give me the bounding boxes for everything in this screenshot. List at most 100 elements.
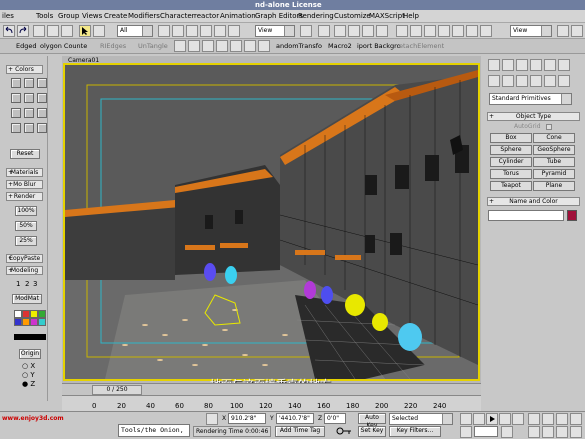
time-slider-handle[interactable]: 0 / 250 <box>92 385 142 395</box>
layer-manager-icon[interactable] <box>424 25 436 37</box>
pivot-center-icon[interactable] <box>300 25 312 37</box>
tab-polygon-counter[interactable]: olygon Counte <box>40 41 87 52</box>
object-color-swatch[interactable] <box>567 210 577 221</box>
auto-key-button[interactable]: Auto Key <box>358 413 386 429</box>
material-editor-icon[interactable] <box>466 25 478 37</box>
primitive-type-dropdown[interactable]: Standard Primitives <box>489 93 572 105</box>
menu-item-rendering[interactable]: Rendering <box>298 11 334 22</box>
color-swatch[interactable] <box>11 78 21 88</box>
color-swatch[interactable] <box>24 108 34 118</box>
squash-icon[interactable] <box>228 25 240 37</box>
box-button[interactable]: Box <box>490 133 532 143</box>
current-frame-field[interactable] <box>474 426 498 437</box>
render-last-icon[interactable] <box>571 25 583 37</box>
maximize-viewport-icon[interactable] <box>570 426 582 438</box>
y-coordinate-field[interactable]: '4410.7'8" <box>276 413 314 424</box>
reference-coordinate-dropdown[interactable]: View <box>255 25 295 37</box>
color-swatch[interactable] <box>24 93 34 103</box>
maxscript-listener[interactable]: Tools/the Onion, <box>118 424 190 437</box>
angle-snap-icon[interactable] <box>348 25 360 37</box>
camera-viewport[interactable] <box>63 63 480 381</box>
color-swatch[interactable] <box>24 78 34 88</box>
origin-button[interactable]: Origin <box>19 349 41 359</box>
autogrid-check[interactable] <box>546 124 552 130</box>
render-type-dropdown[interactable]: View <box>510 25 552 37</box>
helpers-icon[interactable] <box>544 75 556 87</box>
window-crossing-icon[interactable] <box>172 25 184 37</box>
menu-item-file[interactable]: iles <box>2 11 14 22</box>
display-tab-icon[interactable] <box>544 59 556 71</box>
tool-icon-3[interactable] <box>202 40 214 52</box>
key-mode-icon[interactable] <box>460 426 472 438</box>
tab-riedges[interactable]: RIEdges <box>100 41 126 52</box>
menu-item-edit[interactable]: Tools <box>36 11 53 22</box>
scale-icon[interactable] <box>214 25 226 37</box>
cylinder-button[interactable]: Cylinder <box>490 157 532 167</box>
track-bar[interactable]: 0 20 40 60 80 100 120 140 160 180 200 22… <box>62 395 481 411</box>
snap-3d-icon[interactable] <box>334 25 346 37</box>
systems-icon[interactable] <box>558 75 570 87</box>
modeling-rollout[interactable]: Modeling <box>6 266 43 275</box>
sphere-button[interactable]: Sphere <box>490 145 532 155</box>
color-swatch[interactable] <box>37 108 47 118</box>
redo-icon[interactable] <box>17 25 29 37</box>
zoom-extents-icon[interactable] <box>556 413 568 425</box>
tool-icon-7[interactable] <box>258 40 270 52</box>
tool-icon-1[interactable] <box>174 40 186 52</box>
set-key-button[interactable]: Set Key <box>358 426 386 437</box>
tab-viewport-background[interactable]: iport Backgro <box>357 41 401 52</box>
undo-icon[interactable] <box>3 25 15 37</box>
z-coordinate-field[interactable]: 0'0" <box>324 413 346 424</box>
menu-item-reactor[interactable]: reactor <box>194 11 219 22</box>
menu-item-create[interactable]: Create <box>104 11 127 22</box>
color-swatch[interactable] <box>37 93 47 103</box>
mirror-icon[interactable] <box>396 25 408 37</box>
zoom-icon[interactable] <box>528 413 540 425</box>
copypaste-rollout[interactable]: CopyPaste <box>6 254 43 263</box>
render-scene-icon[interactable] <box>480 25 492 37</box>
num-1[interactable]: 1 <box>16 280 20 288</box>
palette-swatch-cyan[interactable] <box>38 318 46 326</box>
tab-edged[interactable]: Edged <box>16 41 36 52</box>
menu-item-help[interactable]: Help <box>403 11 419 22</box>
percent-snap-icon[interactable] <box>362 25 374 37</box>
palette-swatch-orange[interactable] <box>22 318 30 326</box>
select-icon[interactable] <box>79 25 91 37</box>
menu-item-maxscript[interactable]: MAXScript <box>369 11 405 22</box>
menu-item-animation[interactable]: Animation <box>220 11 256 22</box>
pan-icon[interactable] <box>542 426 554 438</box>
tab-random-transform[interactable]: andomTransfo <box>276 41 322 52</box>
select-by-name-icon[interactable] <box>93 25 105 37</box>
modmat-button[interactable]: ModMat <box>12 294 42 304</box>
x-coordinate-field[interactable]: 910.2'8" <box>228 413 266 424</box>
palette-swatch-green[interactable] <box>38 310 46 318</box>
go-to-start-icon[interactable] <box>460 413 472 425</box>
pyramid-button[interactable]: Pyramid <box>533 169 575 179</box>
geosphere-button[interactable]: GeoSphere <box>533 145 575 155</box>
teapot-button[interactable]: Teapot <box>490 181 532 191</box>
rotate-icon[interactable] <box>200 25 212 37</box>
tab-detach-element[interactable]: etachElement <box>399 41 444 52</box>
select-region-icon[interactable] <box>158 25 170 37</box>
tab-macro2[interactable]: Macro2 <box>328 41 352 52</box>
axis-z-radio[interactable]: ● Z <box>22 380 35 388</box>
color-swatch[interactable] <box>24 123 34 133</box>
palette-swatch-white[interactable] <box>14 310 22 318</box>
color-swatch[interactable] <box>11 93 21 103</box>
motion-tab-icon[interactable] <box>530 59 542 71</box>
object-name-field[interactable] <box>488 210 564 221</box>
render-rollout[interactable]: Render <box>6 192 43 201</box>
schematic-view-icon[interactable] <box>452 25 464 37</box>
palette-swatch-blue[interactable] <box>14 318 22 326</box>
palette-swatch-red[interactable] <box>22 310 30 318</box>
geometry-icon[interactable] <box>488 75 500 87</box>
go-to-end-icon[interactable] <box>512 413 524 425</box>
color-swatch[interactable] <box>37 123 47 133</box>
menu-item-modifiers[interactable]: Modifiers <box>128 11 160 22</box>
plane-button[interactable]: Plane <box>533 181 575 191</box>
menu-item-customize[interactable]: Customize <box>334 11 371 22</box>
tab-untangle[interactable]: UnTangle <box>138 41 168 52</box>
align-icon[interactable] <box>410 25 422 37</box>
torus-button[interactable]: Torus <box>490 169 532 179</box>
move-icon[interactable] <box>186 25 198 37</box>
